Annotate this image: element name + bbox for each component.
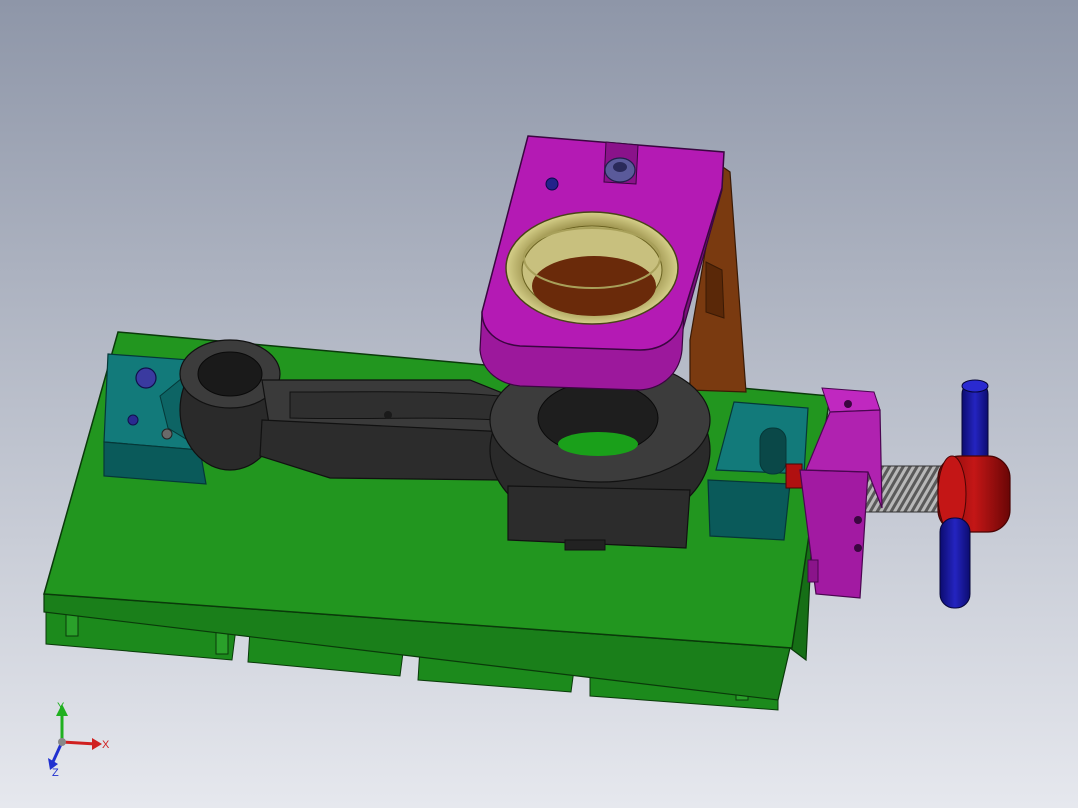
bracket-hole-icon <box>844 400 852 408</box>
triad-origin-icon <box>58 738 66 746</box>
small-end-bore <box>197 351 263 397</box>
fixture-model-scene[interactable]: Y X Z <box>0 0 1078 808</box>
bracket-hole-icon <box>854 516 862 524</box>
triad-z-label: Z <box>52 767 59 779</box>
support-plate-slot <box>705 261 725 319</box>
triad-x-axis <box>61 740 97 746</box>
socket-head-screw-hex <box>613 162 627 172</box>
drill-bushing-bore <box>532 256 656 316</box>
oil-hole-icon <box>384 411 392 419</box>
cap-screw-icon <box>135 367 157 389</box>
rod-beam-channel <box>289 391 501 421</box>
tommy-bar-end <box>961 379 989 393</box>
tommy-bar-lower <box>939 517 971 609</box>
triad-x-label: X <box>102 739 110 751</box>
big-end-bore-floor <box>558 432 638 456</box>
right-block-side <box>707 479 791 541</box>
set-screw-icon <box>161 428 173 440</box>
triad-y-label: Y <box>57 701 65 713</box>
bracket-tab <box>807 559 819 583</box>
bracket-pin-icon <box>545 177 559 191</box>
bracket-hole-icon <box>854 544 862 552</box>
end-bracket-top <box>821 387 881 413</box>
cad-3d-viewport[interactable]: Y X Z <box>0 0 1078 808</box>
rod-cap-tab <box>564 539 606 551</box>
screw-tip <box>785 463 803 489</box>
rod-cap-block <box>507 485 691 549</box>
dowel-pin-icon <box>127 414 139 426</box>
right-block-slot <box>759 427 787 475</box>
